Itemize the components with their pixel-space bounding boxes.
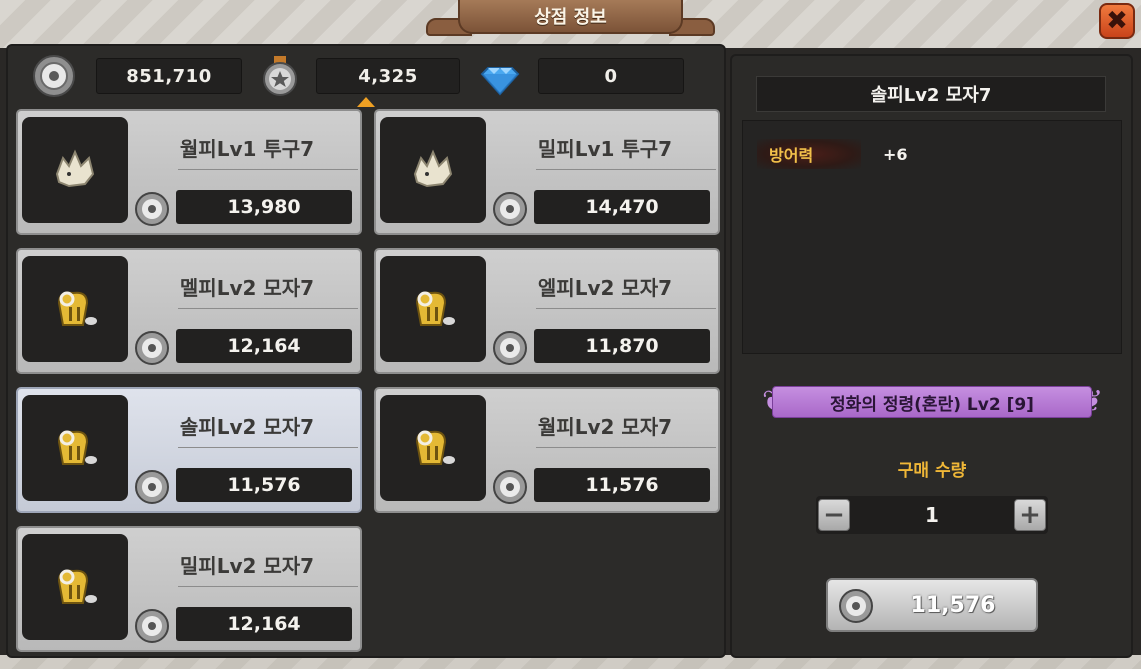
- item-name: 솔피Lv2 모자7: [179, 414, 315, 439]
- silver-coin-icon: [134, 191, 170, 227]
- divider: [178, 447, 358, 448]
- silver-coin-icon: [492, 469, 528, 505]
- decrease-quantity-button[interactable]: −: [818, 499, 850, 531]
- item-price: 11,870: [534, 329, 710, 363]
- requirement-banner: 정화의 정령(혼란) Lv2 [9]: [772, 386, 1092, 418]
- item-name: 월피Lv2 모자7: [537, 414, 673, 439]
- close-button[interactable]: ✖: [1099, 3, 1135, 39]
- item-price: 11,576: [176, 468, 352, 502]
- increase-quantity-button[interactable]: +: [1014, 499, 1046, 531]
- star-medal-icon: [258, 54, 302, 98]
- item-price: 14,470: [534, 190, 710, 224]
- stat-label: 방어력: [757, 139, 861, 169]
- shop-item-card[interactable]: 월피Lv1 투구7 13,980: [16, 109, 362, 235]
- ram-hat-icon: [22, 395, 128, 501]
- diamond-icon: [478, 54, 522, 98]
- window-title: 상점 정보: [458, 0, 683, 34]
- gold-amount: 851,710: [96, 58, 242, 94]
- ram-hat-icon: [22, 256, 128, 362]
- silver-coin-icon: [32, 54, 76, 98]
- quantity-label: 구매 수량: [897, 460, 967, 481]
- shop-item-card[interactable]: 밀피Lv1 투구7 14,470: [374, 109, 720, 235]
- divider: [536, 308, 716, 309]
- shop-item-card[interactable]: 멜피Lv2 모자7 12,164: [16, 248, 362, 374]
- silver-coin-icon: [492, 330, 528, 366]
- silver-coin-icon: [134, 330, 170, 366]
- plus-icon: +: [1019, 500, 1041, 530]
- buy-price: 11,576: [910, 592, 996, 618]
- item-price: 11,576: [534, 468, 710, 502]
- ram-hat-icon: [22, 534, 128, 640]
- close-icon: ✖: [1106, 6, 1128, 36]
- ram-hat-icon: [380, 256, 486, 362]
- scroll-marker-icon: [357, 97, 375, 107]
- item-detail-panel: 솔피Lv2 모자7 방어력 +6 ❦ ❦ 정화의 정령(혼란) Lv2 [9] …: [730, 54, 1133, 658]
- detail-item-name: 솔피Lv2 모자7: [756, 76, 1106, 112]
- shop-item-card[interactable]: 엘피Lv2 모자7 11,870: [374, 248, 720, 374]
- buy-button[interactable]: 11,576: [826, 578, 1038, 632]
- minus-icon: −: [823, 500, 845, 530]
- item-price: 12,164: [176, 607, 352, 641]
- silver-coin-icon: [838, 588, 874, 624]
- silver-coin-icon: [492, 191, 528, 227]
- stat-list: 방어력 +6: [742, 120, 1122, 354]
- divider: [178, 308, 358, 309]
- item-price: 12,164: [176, 329, 352, 363]
- item-name: 엘피Lv2 모자7: [537, 275, 673, 300]
- divider: [536, 447, 716, 448]
- wolf-helmet-icon: [22, 117, 128, 223]
- item-name: 밀피Lv2 모자7: [179, 553, 315, 578]
- quantity-value: 1: [925, 503, 939, 527]
- shop-item-card[interactable]: 밀피Lv2 모자7 12,164: [16, 526, 362, 652]
- item-name: 밀피Lv1 투구7: [537, 136, 673, 161]
- wolf-helmet-icon: [380, 117, 486, 223]
- silver-coin-icon: [134, 469, 170, 505]
- medal-amount: 4,325: [316, 58, 460, 94]
- shop-item-card-selected[interactable]: 솔피Lv2 모자7 11,576: [16, 387, 362, 513]
- gem-amount: 0: [538, 58, 684, 94]
- item-name: 월피Lv1 투구7: [179, 136, 315, 161]
- silver-coin-icon: [134, 608, 170, 644]
- divider: [178, 169, 358, 170]
- divider: [536, 169, 716, 170]
- item-price: 13,980: [176, 190, 352, 224]
- item-name: 멜피Lv2 모자7: [179, 275, 315, 300]
- divider: [178, 586, 358, 587]
- ram-hat-icon: [380, 395, 486, 501]
- quantity-stepper: − 1 +: [816, 496, 1048, 534]
- shop-item-card[interactable]: 월피Lv2 모자7 11,576: [374, 387, 720, 513]
- stat-value: +6: [883, 144, 908, 164]
